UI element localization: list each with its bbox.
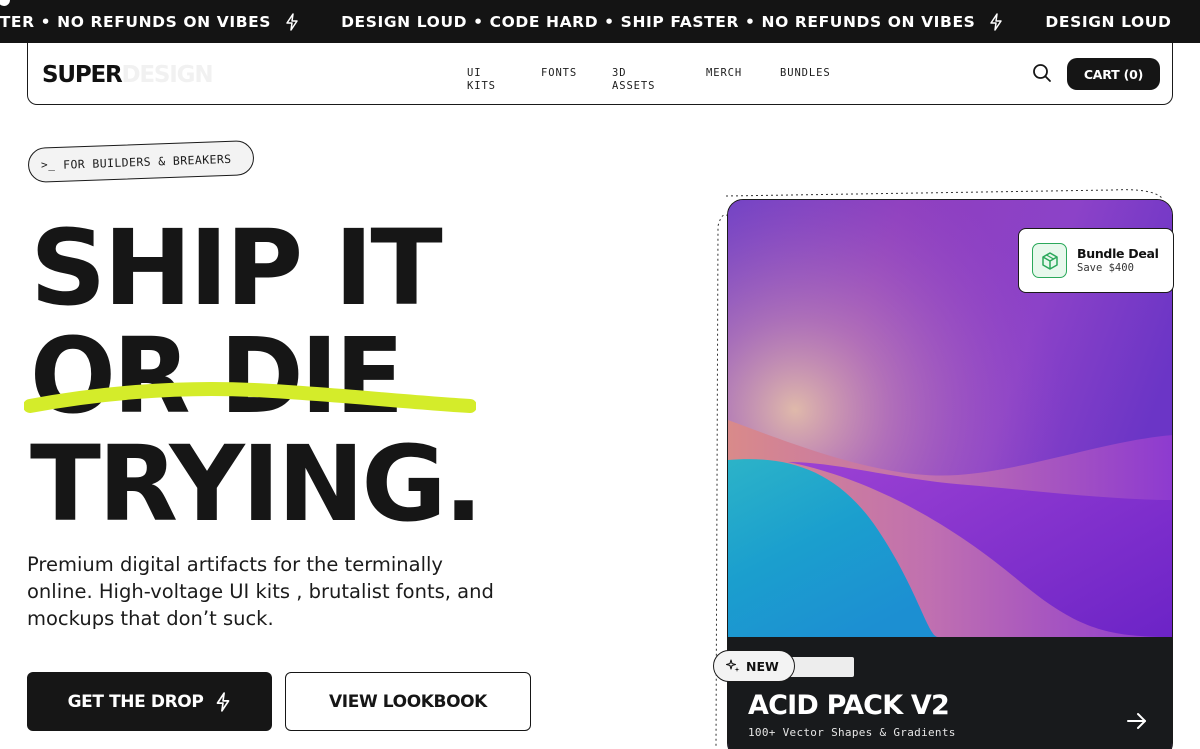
headline-line-1: SHIP IT [30, 207, 443, 329]
marquee-item: STER • NO REFUNDS ON VIBES [0, 12, 272, 31]
nav-link-merch[interactable]: MERCH [706, 67, 742, 80]
logo-primary: SUPER [42, 62, 123, 88]
box-icon [1032, 243, 1067, 278]
headline-line-3: TRYING. [30, 423, 483, 545]
product-subtitle: 100+ Vector Shapes & Gradients [748, 726, 956, 739]
navbar: SUPERDESIGN UI KITS FONTS 3D ASSETS MERC… [27, 43, 1173, 105]
announcement-marquee: STER • NO REFUNDS ON VIBES DESIGN LOUD •… [0, 0, 1200, 43]
view-lookbook-button[interactable]: VIEW LOOKBOOK [285, 672, 531, 731]
bolt-icon [990, 12, 1003, 31]
bundle-title: Bundle Deal [1077, 246, 1159, 261]
marquee-track: STER • NO REFUNDS ON VIBES DESIGN LOUD •… [0, 0, 1171, 43]
logo[interactable]: SUPERDESIGN [42, 62, 214, 88]
search-icon[interactable] [1031, 62, 1053, 84]
bundle-subtitle: Save $400 [1077, 262, 1134, 274]
nav-link-ui-kits[interactable]: UI KITS [467, 67, 496, 93]
nav-link-3d-assets[interactable]: 3D ASSETS [612, 67, 655, 93]
new-tag: NEW [713, 650, 795, 682]
bolt-icon [286, 12, 298, 31]
get-the-drop-label: GET THE DROP [67, 691, 204, 712]
highlight-underline [24, 381, 476, 413]
tagline-badge: >_ FOR BUILDERS & BREAKERS [27, 140, 255, 183]
hero-description: Premium digital artifacts for the termin… [27, 553, 494, 630]
tag-strip [786, 657, 854, 677]
nav-link-fonts[interactable]: FONTS [541, 67, 577, 80]
sparkle-icon [726, 659, 740, 672]
bundle-deal-card[interactable]: Bundle Deal Save $400 [1018, 228, 1174, 293]
cart-button[interactable]: CART (0) [1067, 58, 1160, 90]
marquee-item: DESIGN LOUD [1045, 12, 1172, 31]
nav-link-bundles[interactable]: BUNDLES [780, 67, 831, 80]
badge-text: FOR BUILDERS & BREAKERS [62, 151, 232, 172]
arrow-right-icon[interactable] [1125, 709, 1149, 733]
product-title: ACID PACK V2 [748, 690, 950, 721]
bolt-icon [216, 691, 230, 712]
new-tag-label: NEW [746, 658, 779, 674]
get-the-drop-button[interactable]: GET THE DROP [27, 672, 272, 731]
logo-secondary: DESIGN [121, 62, 214, 88]
terminal-prompt-icon: >_ [40, 158, 56, 172]
marquee-item: DESIGN LOUD • CODE HARD • SHIP FASTER • … [341, 12, 976, 31]
